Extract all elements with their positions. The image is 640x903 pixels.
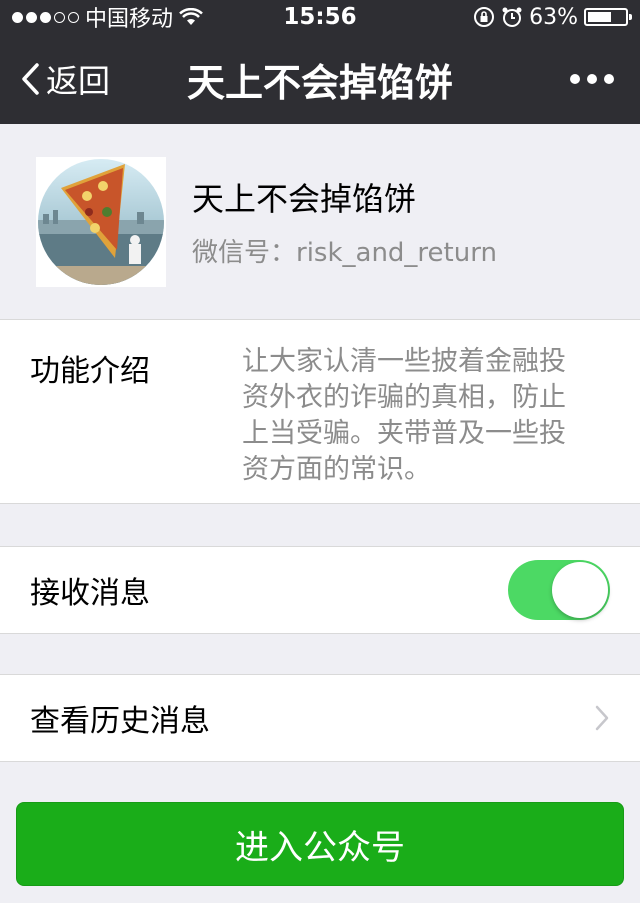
more-options-button[interactable] — [570, 34, 614, 124]
receive-messages-row: 接收消息 — [0, 546, 640, 634]
more-dot-icon — [570, 74, 580, 84]
history-messages-label: 查看历史消息 — [30, 704, 210, 739]
navigation-bar: 返回 天上不会掉馅饼 — [0, 34, 640, 124]
back-button[interactable]: 返回 — [0, 56, 110, 102]
account-name: 天上不会掉馅饼 — [192, 180, 417, 218]
account-profile: 天上不会掉馅饼 微信号：risk_and_return — [0, 124, 640, 320]
function-intro-label: 功能介绍 — [30, 354, 150, 389]
function-intro-row: 功能介绍 让大家认清一些披着金融投资外衣的诈骗的真相，防止上当受骗。夹带普及一些… — [0, 320, 640, 504]
chevron-right-icon — [594, 704, 610, 732]
status-time: 15:56 — [283, 4, 357, 30]
battery-icon — [584, 8, 632, 26]
wechat-id: 微信号：risk_and_return — [192, 238, 497, 268]
enter-official-account-button[interactable]: 进入公众号 — [16, 802, 624, 886]
profile-text: 天上不会掉馅饼 微信号：risk_and_return — [192, 174, 497, 269]
account-avatar-image — [38, 158, 164, 285]
receive-messages-label: 接收消息 — [30, 576, 150, 611]
avatar[interactable] — [36, 156, 166, 287]
function-intro-text: 让大家认清一些披着金融投资外衣的诈骗的真相，防止上当受骗。夹带普及一些投资方面的… — [242, 346, 566, 485]
battery-level — [588, 12, 611, 22]
chevron-left-icon — [22, 63, 39, 95]
more-dot-icon — [604, 74, 614, 84]
toggle-knob — [552, 562, 608, 618]
status-bar: 中国移动 15:56 63% — [0, 0, 640, 34]
receive-messages-toggle[interactable] — [508, 560, 610, 620]
history-messages-row[interactable]: 查看历史消息 — [0, 674, 640, 762]
back-label: 返回 — [46, 62, 111, 100]
more-dot-icon — [587, 74, 597, 84]
